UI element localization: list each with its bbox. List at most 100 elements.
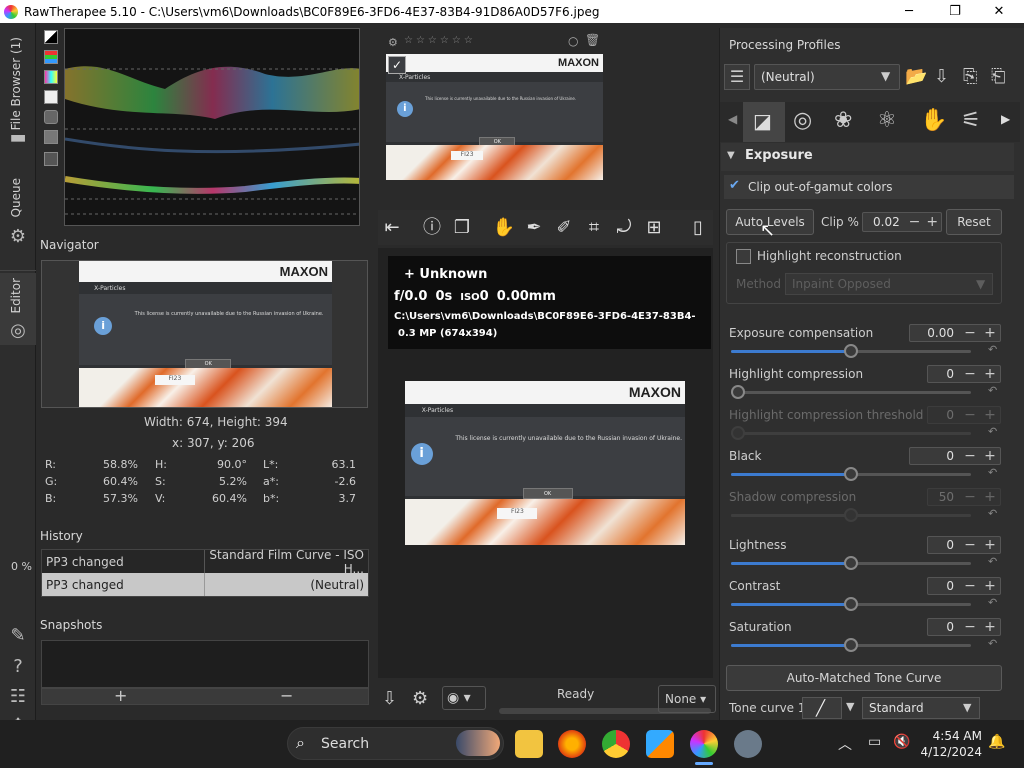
slider-track[interactable] <box>731 385 971 399</box>
slider-spinner[interactable]: 50 − + <box>927 488 1001 506</box>
clip-percent-spinner[interactable]: 0.02 − + <box>862 212 942 232</box>
remove-snapshot-button[interactable]: − <box>280 686 293 705</box>
slider-spinner[interactable]: 0 − + <box>927 365 1001 383</box>
slider-spinner[interactable]: 0.00 − + <box>909 324 1001 342</box>
white-balance-picker-icon[interactable]: ✒ <box>522 216 546 240</box>
rawtherapee-taskbar-icon[interactable] <box>690 730 718 758</box>
add-snapshot-button[interactable]: + <box>114 686 127 705</box>
open-profile-folder-icon[interactable]: 📂 <box>905 66 927 87</box>
taskbar-search[interactable]: ⌕ Search <box>287 727 504 760</box>
folder-icon[interactable]: ▬ <box>7 127 29 149</box>
bracket-icon[interactable]: ▯ <box>686 216 710 240</box>
info-toggle-icon[interactable]: ⓘ <box>420 216 444 240</box>
clip-gamut-row[interactable]: ✔ Clip out-of-gamut colors <box>724 175 1014 199</box>
slider-spinner[interactable]: 0 − + <box>927 536 1001 554</box>
clock-date[interactable]: 4/12/2024 <box>916 745 982 759</box>
slider-knob[interactable] <box>844 638 858 652</box>
tabs-left-arrow-icon[interactable]: ◀ <box>728 112 737 126</box>
trash-icon[interactable]: 🗑 <box>585 33 600 47</box>
exposure-header[interactable]: ▼ Exposure <box>721 143 1014 171</box>
slider-spinner[interactable]: 0 − + <box>927 406 1001 424</box>
auto-matched-tone-curve-button[interactable]: Auto-Matched Tone Curve <box>726 665 1002 691</box>
queue-gear-icon[interactable]: ⚙ <box>412 688 428 709</box>
slider-reset-icon[interactable]: ↶ <box>988 425 997 438</box>
highlight-recon-checkbox[interactable] <box>736 249 751 264</box>
slider-reset-icon[interactable]: ↶ <box>988 466 997 479</box>
save-profile-icon[interactable]: ⇩ <box>934 66 949 87</box>
tab-exposure-active[interactable]: ◪ <box>743 102 785 142</box>
file-explorer-icon[interactable] <box>515 730 543 758</box>
spinner-buttons[interactable]: − + <box>960 448 1000 464</box>
hide-panel-icon[interactable]: ⇤ <box>380 216 404 240</box>
transform-tab-icon[interactable]: ✋ <box>920 108 947 133</box>
tab-queue[interactable]: Queue <box>9 178 23 217</box>
notification-bell-icon[interactable]: 🔔 <box>988 734 1005 750</box>
slider-knob[interactable] <box>731 385 745 399</box>
histogram-rgb-icon[interactable] <box>44 50 58 64</box>
slider-knob[interactable] <box>731 426 745 440</box>
profile-select[interactable]: (Neutral) ▼ <box>754 64 900 90</box>
history-row-selected[interactable]: PP3 changed (Neutral) <box>42 573 368 596</box>
help-icon[interactable]: ? <box>7 656 29 678</box>
minimize-button[interactable]: ─ <box>886 0 932 23</box>
histogram-luminance-icon[interactable] <box>44 90 58 104</box>
spinner-buttons[interactable]: − + <box>906 214 941 230</box>
color-label-circle-icon[interactable]: ○ <box>568 34 578 48</box>
maximize-button[interactable]: ❐ <box>932 0 978 23</box>
slider-knob[interactable] <box>844 597 858 611</box>
slider-track[interactable] <box>731 467 971 481</box>
checkbox-checked-icon[interactable]: ✔ <box>729 178 740 193</box>
slider-track[interactable] <box>731 597 971 611</box>
tab-editor[interactable]: Editor <box>9 278 23 314</box>
firefox-icon[interactable] <box>558 730 586 758</box>
slider-track[interactable] <box>731 638 971 652</box>
method-select[interactable]: Inpaint Opposed ▼ <box>785 273 993 295</box>
copy-profile-icon[interactable]: ⎘ <box>963 66 977 87</box>
store-icon[interactable] <box>646 730 674 758</box>
slider-reset-icon[interactable]: ↶ <box>988 343 997 356</box>
color-picker-icon[interactable]: ✐ <box>552 216 576 240</box>
spinner-buttons[interactable]: − + <box>960 578 1000 594</box>
save-image-icon[interactable]: ⇩ <box>382 688 397 709</box>
slider-knob[interactable] <box>844 556 858 570</box>
slider-knob[interactable] <box>844 508 858 522</box>
spinner-buttons[interactable]: − + <box>960 407 1000 423</box>
filmstrip-thumbnail[interactable]: MAXON X-Particles i This license is curr… <box>386 54 603 180</box>
slider-knob[interactable] <box>844 344 858 358</box>
preferences-sliders-icon[interactable]: ☷ <box>7 686 29 708</box>
histogram-raw-icon[interactable] <box>44 30 58 44</box>
clock-time[interactable]: 4:54 AM <box>926 729 982 743</box>
curve-type-button[interactable]: ╱ <box>802 697 842 719</box>
slider-track[interactable] <box>731 426 971 440</box>
histogram-waveform-icon[interactable] <box>44 130 58 144</box>
crop-icon[interactable]: ⌗ <box>582 216 606 240</box>
chrome-icon[interactable] <box>602 730 630 758</box>
histogram-chroma-icon[interactable] <box>44 70 58 84</box>
chevron-down-icon[interactable]: ▼ <box>846 700 854 713</box>
history-row[interactable]: PP3 changed Standard Film Curve - ISO H.… <box>42 548 368 576</box>
main-preview-image[interactable]: MAXON X-Particles i This license is curr… <box>405 381 685 545</box>
close-button[interactable]: ✕ <box>976 0 1022 23</box>
editor-aperture-icon[interactable]: ◎ <box>7 320 29 342</box>
spinner-buttons[interactable]: − + <box>960 325 1000 341</box>
navigator-preview[interactable]: MAXON X-Particles i This license is curr… <box>41 260 368 408</box>
rank-gear-icon[interactable]: ⚙ <box>388 36 398 49</box>
raw-tab-icon[interactable]: ⚟ <box>961 108 981 133</box>
straighten-icon[interactable]: ⤾ <box>612 216 636 240</box>
queue-gear-icon[interactable]: ⚙ <box>7 226 29 248</box>
paste-profile-icon[interactable]: ⎗ <box>991 66 1005 87</box>
spinner-buttons[interactable]: − + <box>960 489 1000 505</box>
tray-chevron-up-icon[interactable]: ︿ <box>838 734 852 754</box>
volume-muted-icon[interactable]: 🔇 <box>893 734 910 750</box>
settings-gear-icon[interactable] <box>734 730 762 758</box>
slider-track[interactable] <box>731 508 971 522</box>
external-editor-icon[interactable]: ◉ ▾ <box>442 686 486 710</box>
slider-reset-icon[interactable]: ↶ <box>988 507 997 520</box>
slider-reset-icon[interactable]: ↶ <box>988 555 997 568</box>
slider-reset-icon[interactable]: ↶ <box>988 596 997 609</box>
slider-track[interactable] <box>731 556 971 570</box>
tone-curve-mode-select[interactable]: Standard ▼ <box>862 697 980 719</box>
slider-reset-icon[interactable]: ↶ <box>988 637 997 650</box>
advanced-tab-icon[interactable]: ⚛ <box>877 108 897 133</box>
rating-stars-icon[interactable]: ☆☆☆☆☆☆ <box>404 35 476 46</box>
